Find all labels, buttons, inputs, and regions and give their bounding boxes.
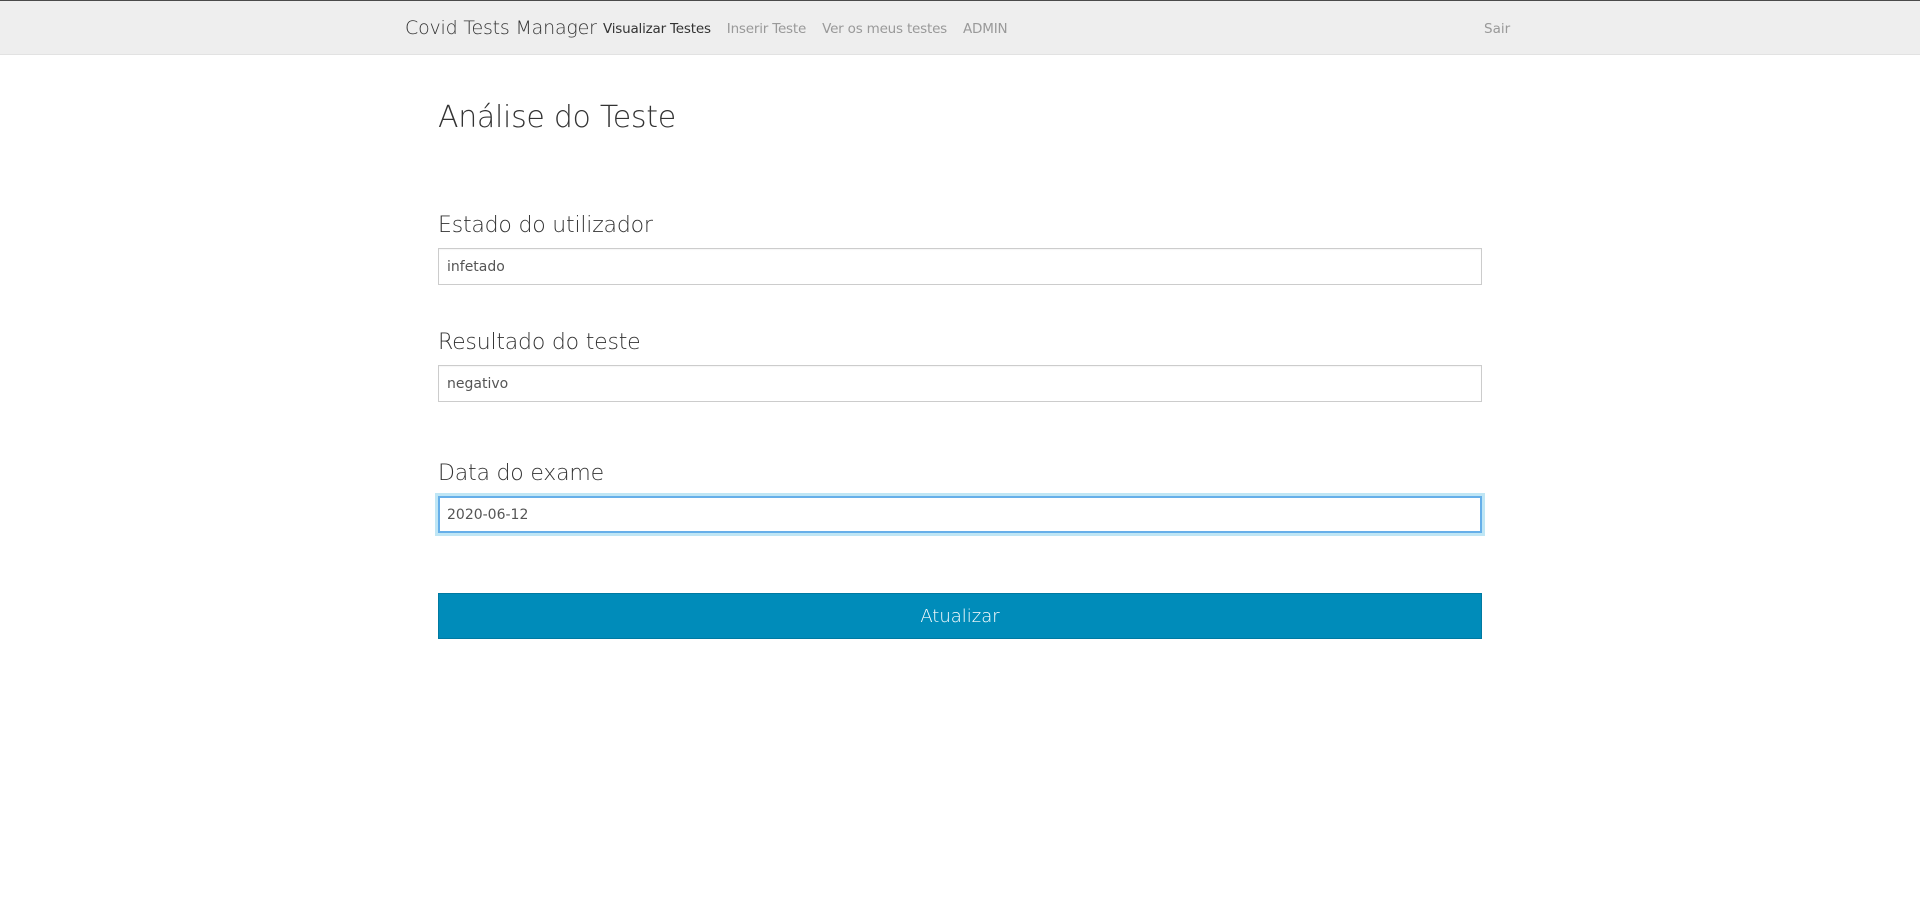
- user-state-input[interactable]: [438, 248, 1482, 285]
- navbar-brand[interactable]: Covid Tests Manager: [405, 17, 597, 39]
- exam-date-input[interactable]: [438, 496, 1482, 533]
- exam-date-label: Data do exame: [438, 461, 604, 486]
- update-button[interactable]: Atualizar: [438, 593, 1482, 639]
- test-result-label: Resultado do teste: [438, 330, 641, 355]
- nav-link-inserir-teste[interactable]: Inserir Teste: [727, 21, 807, 37]
- test-result-input[interactable]: [438, 365, 1482, 402]
- nav-link-visualizar-testes[interactable]: Visualizar Testes: [603, 21, 711, 37]
- nav-link-admin[interactable]: ADMIN: [963, 21, 1008, 37]
- user-state-label: Estado do utilizador: [438, 213, 653, 238]
- top-navbar: Covid Tests Manager Visualizar Testes In…: [0, 0, 1920, 55]
- nav-link-ver-meus-testes[interactable]: Ver os meus testes: [822, 21, 947, 37]
- logout-link[interactable]: Sair: [1484, 21, 1510, 37]
- nav-links: Visualizar Testes Inserir Teste Ver os m…: [603, 21, 1008, 37]
- page-title: Análise do Teste: [438, 100, 676, 135]
